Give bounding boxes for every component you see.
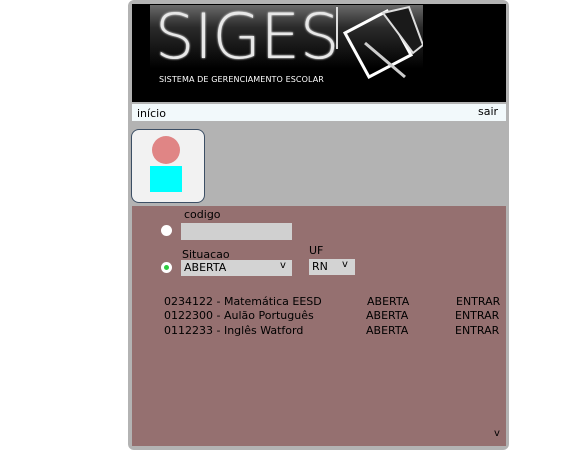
class-status: ABERTA	[367, 295, 410, 308]
codigo-radio[interactable]	[161, 225, 172, 236]
codigo-label: codigo	[184, 208, 221, 221]
codigo-input[interactable]	[181, 223, 292, 240]
class-name: 0234122 - Matemática EESD	[164, 295, 322, 308]
class-status: ABERTA	[366, 324, 409, 337]
chevron-down-icon: v	[342, 259, 348, 270]
logo-subtitle: SISTEMA DE GERENCIAMENTO ESCOLAR	[159, 75, 324, 84]
avatar-head	[152, 136, 180, 164]
situacao-select[interactable]: ABERTA v	[181, 260, 292, 276]
situacao-select-value: ABERTA	[184, 261, 227, 274]
scroll-down-icon[interactable]: v	[494, 428, 500, 439]
situacao-radio[interactable]	[161, 262, 172, 273]
nav-home-link[interactable]: início	[137, 107, 166, 120]
uf-label: UF	[309, 244, 324, 257]
uf-select[interactable]: RN v	[309, 259, 355, 275]
class-status: ABERTA	[366, 309, 409, 322]
avatar-body	[150, 166, 182, 192]
logo-text: SIGES	[155, 0, 340, 73]
class-name: 0122300 - Aulão Português	[164, 309, 314, 322]
enter-button[interactable]: ENTRAR	[456, 295, 500, 308]
enter-button[interactable]: ENTRAR	[455, 324, 499, 337]
enter-button[interactable]: ENTRAR	[455, 309, 499, 322]
logo-board-icon	[336, 5, 423, 80]
nav-logout-link[interactable]: sair	[478, 105, 498, 118]
chevron-down-icon: v	[280, 260, 286, 271]
class-name: 0112233 - Inglês Watford	[164, 324, 304, 337]
nav-bar	[132, 104, 506, 121]
uf-select-value: RN	[312, 260, 328, 273]
